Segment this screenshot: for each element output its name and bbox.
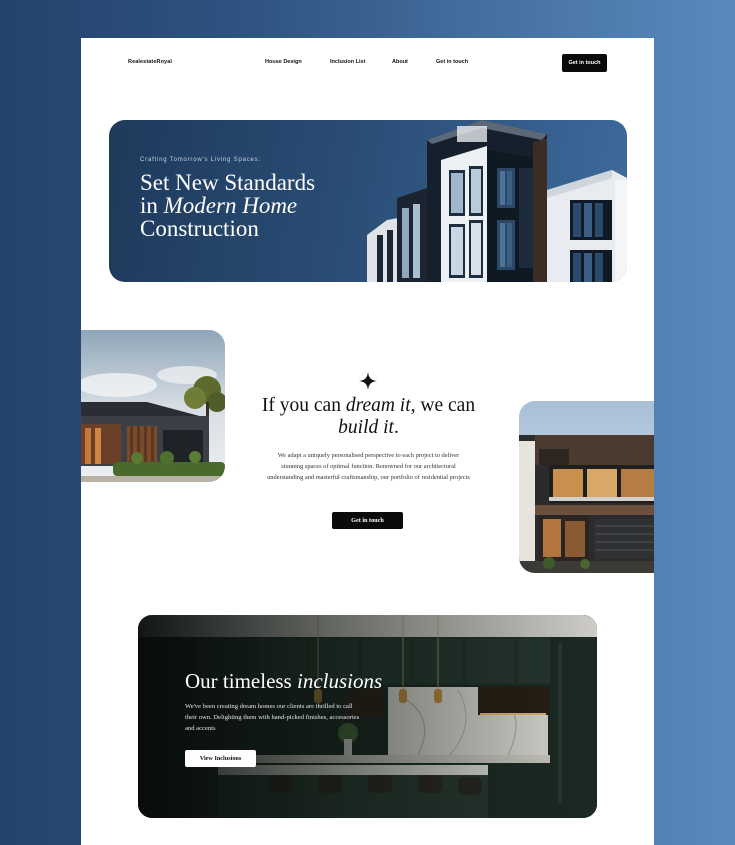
nav-about[interactable]: About xyxy=(392,59,408,65)
hero-banner: Crafting Tomorrow's Living Spaces: Set N… xyxy=(109,120,627,282)
inclusions-banner: Our timeless inclusions We've been creat… xyxy=(138,615,597,818)
about-title: If you can dream it, we can build it. xyxy=(241,395,496,439)
inclusions-title: Our timeless inclusions xyxy=(185,669,382,694)
modern-house-image-left xyxy=(81,330,225,482)
view-inclusions-button[interactable]: View Inclusions xyxy=(185,750,256,767)
nav-house-design[interactable]: House Design xyxy=(265,59,302,65)
hero-title-line1: Set New Standards xyxy=(140,170,316,195)
landing-page: RealestateRoyal House Design Inclusion L… xyxy=(81,38,654,845)
about-get-in-touch-button[interactable]: Get in touch xyxy=(332,512,403,529)
inclusions-title-plain: Our timeless xyxy=(185,669,297,693)
brand-logo[interactable]: RealestateRoyal xyxy=(128,59,172,65)
about-title-italic2: build it xyxy=(338,417,394,438)
nav-inclusion-list[interactable]: Inclusion List xyxy=(330,59,365,65)
about-title-part3: . xyxy=(393,417,399,438)
sparkle-icon xyxy=(359,372,377,390)
nav-get-in-touch-button[interactable]: Get in touch xyxy=(562,54,607,72)
about-title-part2: , we can xyxy=(410,395,476,416)
hero-title-line2-prefix: in xyxy=(140,193,164,218)
hero-title-line3: Construction xyxy=(140,216,259,241)
hero-tagline: Crafting Tomorrow's Living Spaces: xyxy=(140,157,261,163)
about-title-part1: If you can xyxy=(261,395,346,416)
nav-get-in-touch[interactable]: Get in touch xyxy=(436,59,468,65)
inclusions-title-italic: inclusions xyxy=(296,669,383,693)
about-title-italic1: dream it xyxy=(345,395,411,416)
about-description: We adapt a uniquely personalised perspec… xyxy=(267,452,470,481)
hero-title: Set New Standards in Modern Home Constru… xyxy=(140,171,360,240)
hero-building-image xyxy=(367,120,627,282)
hero-title-line2-italic: Modern Home xyxy=(163,193,298,218)
modern-house-image-right xyxy=(519,401,654,573)
inclusions-description: We've been creating dream homes our clie… xyxy=(185,703,360,732)
